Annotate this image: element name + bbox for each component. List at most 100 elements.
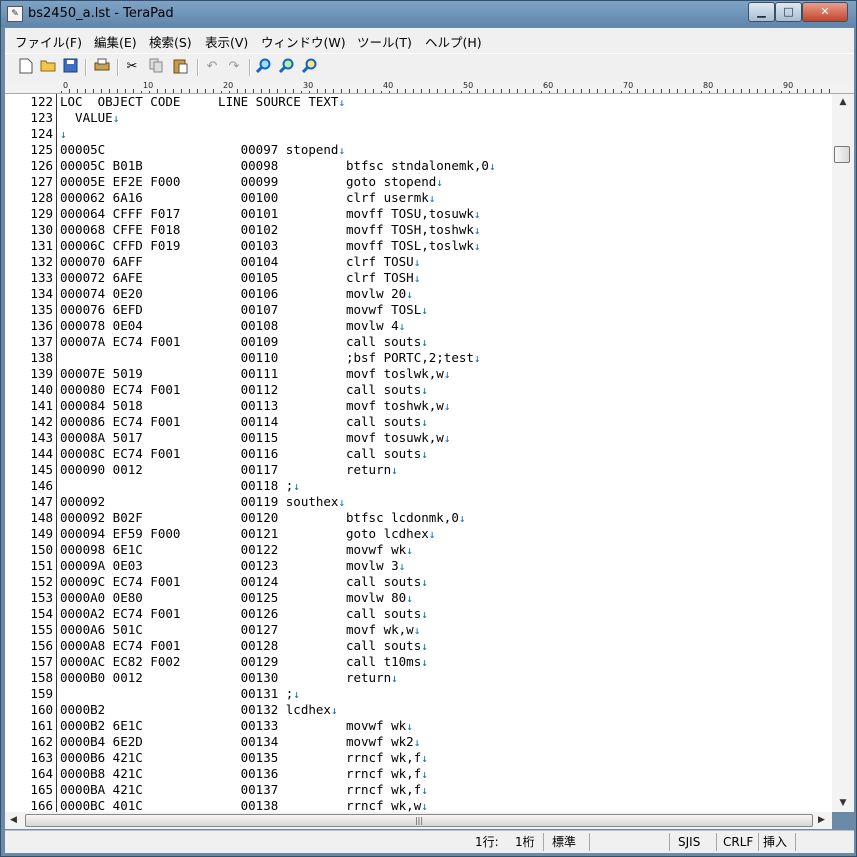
line-text[interactable]: 0000B2 00132 lcdhex↓ <box>60 702 338 719</box>
find-next-icon[interactable] <box>278 58 296 76</box>
vertical-scroll-thumb[interactable] <box>834 146 850 163</box>
menu-search[interactable]: 検索(S) <box>149 32 192 51</box>
editor-line[interactable]: 123 VALUE↓ <box>5 110 832 126</box>
line-text[interactable]: 0000B8 421C 00136 rrncf wk,f↓ <box>60 766 428 783</box>
editor-line[interactable]: 129 000064 CFFF F017 00101 movff TOSU,tos… <box>5 206 832 222</box>
editor-line[interactable]: 139 00007E 5019 00111 movf toslwk,w↓ <box>5 366 832 382</box>
editor-line[interactable]: 134 000074 0E20 00106 movlw 20↓ <box>5 286 832 302</box>
line-text[interactable]: 0000A8 EC74 F001 00128 call souts↓ <box>60 638 428 655</box>
find-icon[interactable] <box>255 58 273 76</box>
editor-line[interactable]: 136 000078 0E04 00108 movlw 4↓ <box>5 318 832 334</box>
editor-line[interactable]: 159 00131 ;↓ <box>5 686 832 702</box>
line-text[interactable]: 0000B4 6E2D 00134 movwf wk2↓ <box>60 734 420 751</box>
line-text[interactable]: 00006C CFFD F019 00103 movff TOSL,toslwk… <box>60 238 481 255</box>
editor-line[interactable]: 148 000092 B02F 00120 btfsc lcdonmk,0↓ <box>5 510 832 526</box>
editor-line[interactable]: 162 0000B4 6E2D 00134 movwf wk2↓ <box>5 734 832 750</box>
line-text[interactable]: 0000B6 421C 00135 rrncf wk,f↓ <box>60 750 428 767</box>
scroll-right-arrow[interactable]: ▶ <box>813 812 830 829</box>
horizontal-scrollbar[interactable]: ◀ ||| ▶ <box>5 812 832 829</box>
editor-line[interactable]: 161 0000B2 6E1C 00133 movwf wk↓ <box>5 718 832 734</box>
line-text[interactable]: 000070 6AFF 00104 clrf TOSU↓ <box>60 254 420 271</box>
menu-window[interactable]: ウィンドウ(W) <box>261 32 346 51</box>
line-text[interactable]: 00131 ;↓ <box>60 686 300 703</box>
line-text[interactable]: 000076 6EFD 00107 movwf TOSL↓ <box>60 302 428 319</box>
line-text[interactable]: 00009C EC74 F001 00124 call souts↓ <box>60 574 428 591</box>
editor-line[interactable]: 132 000070 6AFF 00104 clrf TOSU↓ <box>5 254 832 270</box>
menu-tools[interactable]: ツール(T) <box>357 32 412 51</box>
editor-line[interactable]: 126 00005C B01B 00098 btfsc stndalonemk,0… <box>5 158 832 174</box>
editor-line[interactable]: 143 00008A 5017 00115 movf tosuwk,w↓ <box>5 430 832 446</box>
line-text[interactable]: 0000B0 0012 00130 return↓ <box>60 670 398 687</box>
line-text[interactable]: 000092 B02F 00120 btfsc lcdonmk,0↓ <box>60 510 465 527</box>
scroll-up-arrow[interactable]: ▲ <box>832 94 854 111</box>
menu-help[interactable]: ヘルプ(H) <box>425 32 482 51</box>
line-text[interactable]: 000072 6AFE 00105 clrf TOSH↓ <box>60 270 420 287</box>
title-bar[interactable]: ✎ bs2450_a.lst - TeraPad ▁ □ ✕ <box>1 1 856 27</box>
line-text[interactable]: 00005C 00097 stopend↓ <box>60 142 345 159</box>
editor-line[interactable]: 128 000062 6A16 00100 clrf usermk↓ <box>5 190 832 206</box>
editor-line[interactable]: 163 0000B6 421C 00135 rrncf wk,f↓ <box>5 750 832 766</box>
editor-line[interactable]: 164 0000B8 421C 00136 rrncf wk,f↓ <box>5 766 832 782</box>
line-text[interactable]: LOC OBJECT CODE LINE SOURCE TEXT↓ <box>60 94 345 111</box>
editor-line[interactable]: 131 00006C CFFD F019 00103 movff TOSL,tos… <box>5 238 832 254</box>
line-text[interactable]: 0000A6 501C 00127 movf wk,w↓ <box>60 622 420 639</box>
line-text[interactable]: 00005C B01B 00098 btfsc stndalonemk,0↓ <box>60 158 496 175</box>
editor-line[interactable]: 155 0000A6 501C 00127 movf wk,w↓ <box>5 622 832 638</box>
editor-line[interactable]: 125 00005C 00097 stopend↓ <box>5 142 832 158</box>
editor-line[interactable]: 122 LOC OBJECT CODE LINE SOURCE TEXT↓ <box>5 94 832 110</box>
line-text[interactable]: 000084 5018 00113 movf toshwk,w↓ <box>60 398 450 415</box>
menu-edit[interactable]: 編集(E) <box>94 32 137 51</box>
line-text[interactable]: 00007A EC74 F001 00109 call souts↓ <box>60 334 428 351</box>
editor-line[interactable]: 153 0000A0 0E80 00125 movlw 80↓ <box>5 590 832 606</box>
find-prev-icon[interactable] <box>301 58 319 76</box>
editor-line[interactable]: 147 000092 00119 southex↓ <box>5 494 832 510</box>
paste-icon[interactable] <box>171 58 189 76</box>
editor-line[interactable]: 166 0000BC 401C 00138 rrncf wk,w↓ <box>5 798 832 812</box>
line-text[interactable]: 0000BC 401C 00138 rrncf wk,w↓ <box>60 798 428 812</box>
editor-line[interactable]: 146 00118 ;↓ <box>5 478 832 494</box>
open-folder-icon[interactable] <box>39 58 57 76</box>
line-text[interactable]: 0000B2 6E1C 00133 movwf wk↓ <box>60 718 413 735</box>
line-text[interactable]: 000074 0E20 00106 movlw 20↓ <box>60 286 413 303</box>
line-text[interactable]: 00118 ;↓ <box>60 478 300 495</box>
editor-line[interactable]: 154 0000A2 EC74 F001 00126 call souts↓ <box>5 606 832 622</box>
redo-icon[interactable]: ↷ <box>225 58 243 76</box>
line-text[interactable]: 000098 6E1C 00122 movwf wk↓ <box>60 542 413 559</box>
editor-line[interactable]: 127 00005E EF2E F000 00099 goto stopend↓ <box>5 174 832 190</box>
scroll-left-arrow[interactable]: ◀ <box>5 812 22 829</box>
editor-line[interactable]: 124 ↓ <box>5 126 832 142</box>
line-text[interactable]: 00007E 5019 00111 movf toslwk,w↓ <box>60 366 450 383</box>
editor-line[interactable]: 142 000086 EC74 F001 00114 call souts↓ <box>5 414 832 430</box>
line-text[interactable]: 000078 0E04 00108 movlw 4↓ <box>60 318 405 335</box>
editor-line[interactable]: 151 00009A 0E03 00123 movlw 3↓ <box>5 558 832 574</box>
line-text[interactable]: 000086 EC74 F001 00114 call souts↓ <box>60 414 428 431</box>
undo-icon[interactable]: ↶ <box>203 58 221 76</box>
line-text[interactable]: 000094 EF59 F000 00121 goto lcdhex↓ <box>60 526 435 543</box>
cut-icon[interactable]: ✂ <box>123 58 141 76</box>
line-text[interactable]: 0000A0 0E80 00125 movlw 80↓ <box>60 590 413 607</box>
editor-line[interactable]: 138 00110 ;bsf PORTC,2;test↓ <box>5 350 832 366</box>
minimize-button[interactable]: ▁ <box>748 2 775 22</box>
editor-line[interactable]: 165 0000BA 421C 00137 rrncf wk,f↓ <box>5 782 832 798</box>
editor-line[interactable]: 144 00008C EC74 F001 00116 call souts↓ <box>5 446 832 462</box>
text-editor[interactable]: 122 LOC OBJECT CODE LINE SOURCE TEXT↓ 123 … <box>5 94 832 812</box>
menu-view[interactable]: 表示(V) <box>205 32 248 51</box>
line-text[interactable]: 000092 00119 southex↓ <box>60 494 345 511</box>
editor-line[interactable]: 156 0000A8 EC74 F001 00128 call souts↓ <box>5 638 832 654</box>
line-text[interactable]: 00009A 0E03 00123 movlw 3↓ <box>60 558 405 575</box>
editor-line[interactable]: 140 000080 EC74 F001 00112 call souts↓ <box>5 382 832 398</box>
line-text[interactable]: 000062 6A16 00100 clrf usermk↓ <box>60 190 435 207</box>
line-text[interactable]: 000080 EC74 F001 00112 call souts↓ <box>60 382 428 399</box>
editor-line[interactable]: 149 000094 EF59 F000 00121 goto lcdhex↓ <box>5 526 832 542</box>
line-text[interactable]: ↓ <box>60 126 67 143</box>
line-text[interactable]: 00110 ;bsf PORTC,2;test↓ <box>60 350 481 367</box>
editor-line[interactable]: 141 000084 5018 00113 movf toshwk,w↓ <box>5 398 832 414</box>
line-text[interactable]: VALUE↓ <box>60 110 119 127</box>
maximize-button[interactable]: □ <box>775 2 802 22</box>
scroll-down-arrow[interactable]: ▼ <box>832 795 854 812</box>
save-icon[interactable] <box>61 58 79 76</box>
editor-line[interactable]: 160 0000B2 00132 lcdhex↓ <box>5 702 832 718</box>
print-icon[interactable] <box>93 58 111 76</box>
editor-line[interactable]: 157 0000AC EC82 F002 00129 call t10ms↓ <box>5 654 832 670</box>
editor-line[interactable]: 135 000076 6EFD 00107 movwf TOSL↓ <box>5 302 832 318</box>
